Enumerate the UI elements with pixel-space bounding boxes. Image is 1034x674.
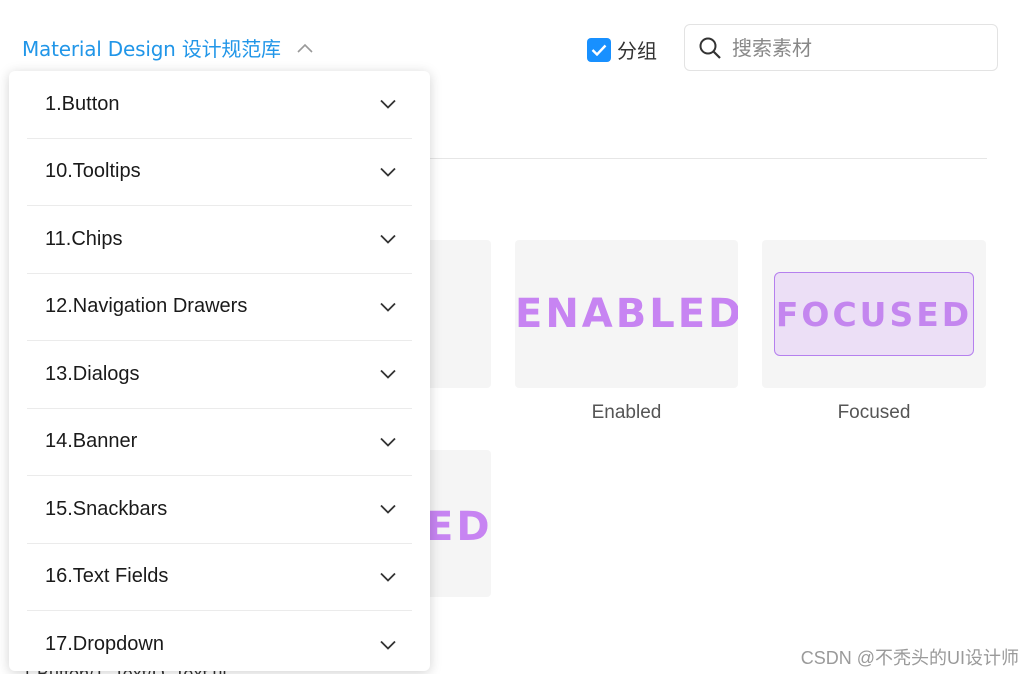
chevron-down-icon[interactable] [378, 432, 398, 452]
search-input[interactable] [732, 35, 982, 60]
dropdown-item[interactable]: 12.Navigation Drawers [27, 274, 412, 341]
dropdown-item[interactable]: 14.Banner [27, 409, 412, 476]
search-box[interactable] [684, 24, 998, 71]
focused-caption: Focused [837, 402, 911, 423]
group-toggle[interactable]: 分组 [587, 35, 657, 64]
dropdown-item[interactable]: 1.Button [27, 71, 412, 139]
dropdown-item-label: 12.Navigation Drawers [45, 295, 248, 318]
chevron-down-icon[interactable] [378, 229, 398, 249]
chevron-down-icon[interactable] [378, 635, 398, 655]
library-selector[interactable]: Material Design 设计规范库 [22, 33, 315, 62]
chevron-down-icon[interactable] [378, 567, 398, 587]
dropdown-item[interactable]: 13.Dialogs [27, 341, 412, 409]
chevron-down-icon[interactable] [378, 94, 398, 114]
group-label: 分组 [617, 39, 657, 63]
dropdown-item[interactable]: 10.Tooltips [27, 139, 412, 206]
enabled-caption: Enabled [591, 402, 662, 423]
chevron-down-icon[interactable] [378, 162, 398, 182]
dropdown-item-label: 1.Button [45, 92, 120, 115]
check-icon [591, 44, 607, 56]
dropdown-item-label: 13.Dialogs [45, 362, 140, 385]
chevron-down-icon[interactable] [378, 499, 398, 519]
dropdown-item-label: 11.Chips [45, 227, 123, 250]
focused-preview-button: FOCUSED [774, 272, 974, 356]
content-divider [430, 158, 987, 159]
group-checkbox[interactable] [587, 37, 611, 62]
chevron-up-icon [295, 38, 315, 58]
library-title: Material Design 设计规范库 [22, 37, 281, 61]
pressed-preview: ED [426, 504, 491, 550]
search-icon [698, 35, 724, 61]
dropdown-item-label: 17.Dropdown [45, 633, 164, 656]
dropdown-item[interactable]: 16.Text Fields [27, 544, 412, 611]
dropdown-item[interactable]: 11.Chips [27, 206, 412, 274]
focused-card[interactable]: FOCUSED [762, 240, 986, 388]
dropdown-item-label: 15.Snackbars [45, 497, 168, 520]
chevron-down-icon[interactable] [378, 297, 398, 317]
dropdown-item-label: 16.Text Fields [45, 565, 169, 588]
dropdown-item-label: 14.Banner [45, 430, 138, 453]
enabled-preview: ENABLED [515, 291, 738, 337]
dropdown-item-label: 10.Tooltips [45, 160, 141, 183]
focused-preview: FOCUSED [775, 294, 973, 334]
dropdown-item[interactable]: 17.Dropdown [27, 611, 412, 671]
category-dropdown: 1.Button 10.Tooltips 11.Chips 12.Navigation… [9, 71, 430, 671]
watermark: CSDN @不秃头的UI设计师 [800, 648, 1019, 668]
dropdown-item[interactable]: 15.Snackbars [27, 476, 412, 544]
enabled-card[interactable]: ENABLED [515, 240, 738, 388]
chevron-down-icon[interactable] [378, 364, 398, 384]
